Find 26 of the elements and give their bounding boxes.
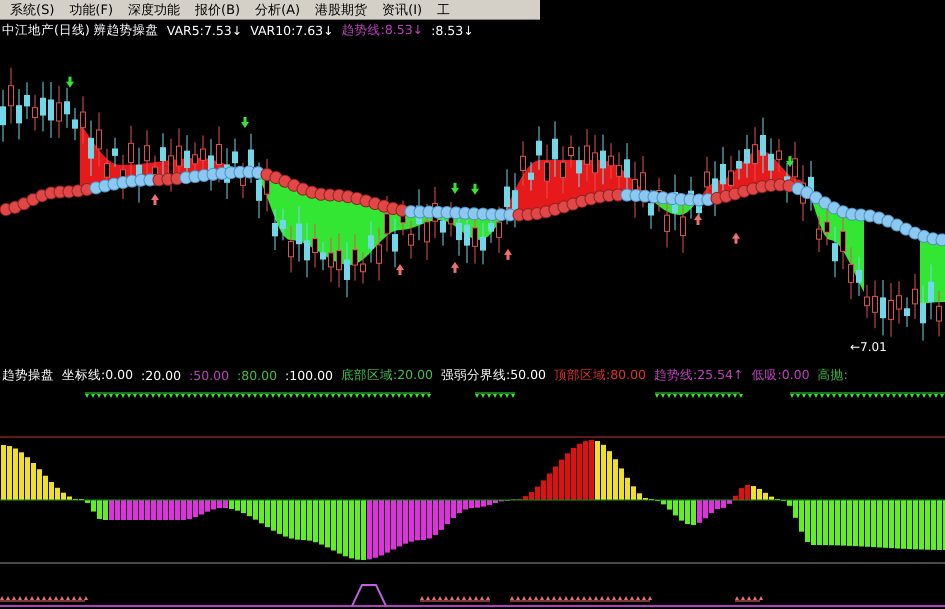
legend-label: 趋势线:8.53↓ xyxy=(342,22,424,38)
legend-label: 坐标线:0.00 xyxy=(62,366,134,384)
menu-item[interactable]: 报价(B) xyxy=(189,0,250,18)
menu-item[interactable]: 分析(A) xyxy=(249,0,310,18)
legend-label: VAR5:7.53↓ xyxy=(166,22,242,38)
legend-label: 高抛: xyxy=(818,366,848,384)
menu-item[interactable]: 深度功能 xyxy=(122,0,190,18)
menu-item[interactable]: 港股期货 xyxy=(309,0,376,18)
legend-label: 趋势操盘 xyxy=(2,366,54,384)
legend-label: :80.00 xyxy=(237,368,278,382)
legend-label: 底部区域:20.00 xyxy=(341,366,433,384)
legend-label: 趋势线:25.54↑ xyxy=(654,366,744,384)
legend-label: 顶部区域:80.00 xyxy=(554,366,646,384)
legend-label: :20.00 xyxy=(141,368,182,382)
price-label: ←7.01 xyxy=(850,340,887,354)
legend-label: :8.53↓ xyxy=(431,22,474,38)
menu-item[interactable]: 系统(S) xyxy=(4,0,64,18)
legend-label: 强弱分界线:50.00 xyxy=(441,366,546,384)
legend-label: :50.00 xyxy=(189,368,230,382)
menu-item[interactable]: 功能(F) xyxy=(63,0,122,18)
legend-label: :100.00 xyxy=(285,368,333,382)
legend-label: VAR10:7.63↓ xyxy=(250,22,334,38)
menu-item[interactable]: 工 xyxy=(431,0,460,18)
legend-label: 中江地产(日线) 辨趋势操盘 xyxy=(2,22,159,38)
legend-label: 低吸:0.00 xyxy=(751,366,810,384)
menu-item[interactable]: 资讯(I) xyxy=(376,0,432,18)
